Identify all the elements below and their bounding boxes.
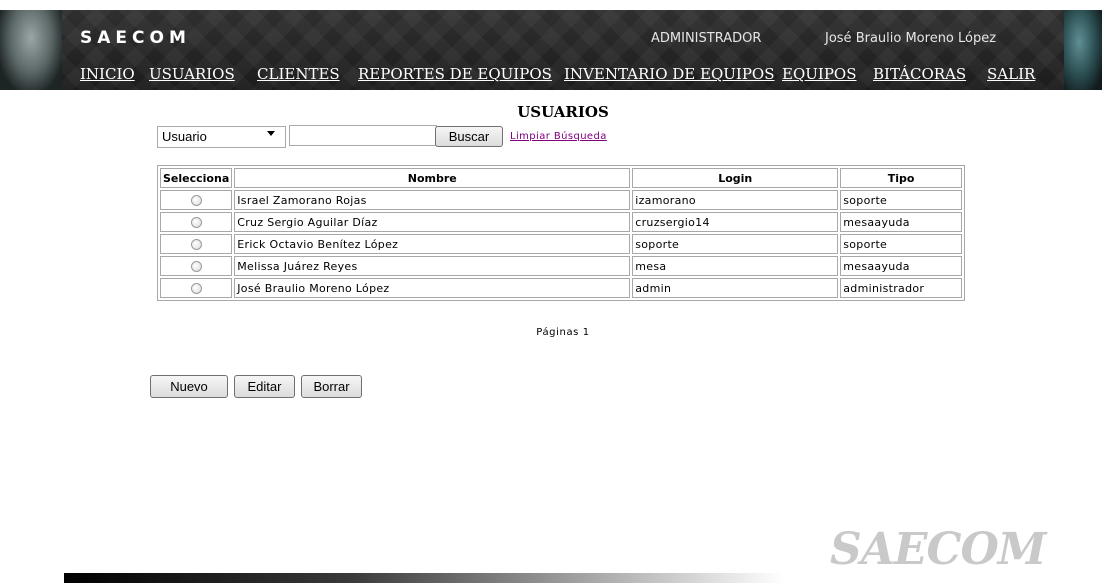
cell-tipo: mesaayuda [840,212,962,232]
nav-clientes[interactable]: CLIENTES [257,65,340,83]
row-select-cell [160,190,233,210]
cell-tipo: administrador [840,278,962,298]
users-table: Selecciona Nombre Login Tipo Israel Zamo… [157,165,965,301]
nav-bitacoras[interactable]: BITÁCORAS [873,65,966,83]
row-select-radio[interactable] [190,195,202,206]
cell-nombre: Melissa Juárez Reyes [234,256,631,276]
search-button[interactable]: Buscar [435,126,503,147]
edit-button[interactable]: Editar [234,375,295,398]
cell-tipo: mesaayuda [840,256,962,276]
row-select-radio[interactable] [190,283,202,294]
nav-usuarios[interactable]: USUARIOS [149,65,235,83]
pagination: Páginas 1 [536,327,590,338]
delete-button[interactable]: Borrar [301,375,362,398]
clear-search-link[interactable]: Limpiar Búsqueda [510,131,607,142]
header-right-image [1064,10,1102,90]
header-banner: SAECOM ADMINISTRADOR José Braulio Moreno… [0,10,1102,90]
cell-nombre: José Braulio Moreno López [234,278,631,298]
search-field-value: Usuario [162,129,207,144]
table-header-row: Selecciona Nombre Login Tipo [160,168,962,188]
row-select-cell [160,278,233,298]
cell-tipo: soporte [840,190,962,210]
header-left-image [0,10,62,90]
chevron-down-icon [267,131,275,136]
col-header-selecciona: Selecciona [160,168,233,188]
nav-salir[interactable]: SALIR [987,65,1035,83]
row-select-cell [160,212,233,232]
row-select-radio[interactable] [190,261,202,272]
nav-inicio[interactable]: INICIO [80,65,135,83]
search-input[interactable] [289,125,437,146]
table-row: Israel Zamorano Rojas izamorano soporte [160,190,962,210]
page-title: USUARIOS [517,103,609,121]
cell-nombre: Erick Octavio Benítez López [234,234,631,254]
cell-nombre: Israel Zamorano Rojas [234,190,631,210]
user-role: ADMINISTRADOR [651,31,762,46]
new-button[interactable]: Nuevo [150,375,228,398]
row-select-cell [160,256,233,276]
row-select-radio[interactable] [190,217,202,228]
nav-reportes[interactable]: REPORTES DE EQUIPOS [358,65,552,83]
footer-logo: SAECOM [830,524,1047,575]
nav-equipos[interactable]: EQUIPOS [782,65,856,83]
col-header-nombre: Nombre [234,168,631,188]
table-row: Melissa Juárez Reyes mesa mesaayuda [160,256,962,276]
search-field-select[interactable]: Usuario [157,126,286,148]
cell-login: mesa [632,256,839,276]
table-row: José Braulio Moreno López admin administ… [160,278,962,298]
cell-login: admin [632,278,839,298]
cell-login: izamorano [632,190,839,210]
cell-login: cruzsergio14 [632,212,839,232]
brand-logo-text: SAECOM [80,28,191,48]
cell-nombre: Cruz Sergio Aguilar Díaz [234,212,631,232]
cell-login: soporte [632,234,839,254]
user-name: José Braulio Moreno López [825,31,997,46]
table-row: Cruz Sergio Aguilar Díaz cruzsergio14 me… [160,212,962,232]
row-select-cell [160,234,233,254]
row-select-radio[interactable] [190,239,202,250]
nav-inventario[interactable]: INVENTARIO DE EQUIPOS [564,65,774,83]
cell-tipo: soporte [840,234,962,254]
col-header-tipo: Tipo [840,168,962,188]
footer-gradient-bar [64,573,784,583]
col-header-login: Login [632,168,839,188]
table-row: Erick Octavio Benítez López soporte sopo… [160,234,962,254]
